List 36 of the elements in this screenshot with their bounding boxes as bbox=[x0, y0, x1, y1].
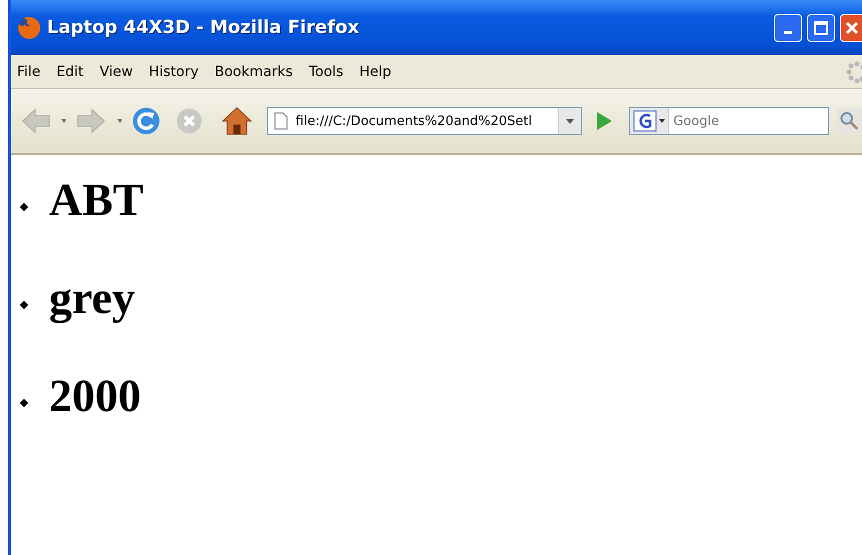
throbber-icon bbox=[846, 60, 862, 82]
search-icon[interactable] bbox=[837, 107, 862, 135]
menu-item[interactable]: View bbox=[96, 64, 141, 80]
menu-item[interactable]: Bookmarks bbox=[210, 64, 301, 80]
caret-icon bbox=[659, 119, 666, 123]
search-engine-button[interactable] bbox=[630, 108, 670, 134]
menu-item[interactable]: File bbox=[13, 64, 48, 80]
firefox-logo-icon bbox=[17, 16, 41, 40]
list-item: grey bbox=[49, 273, 136, 323]
minimize-icon bbox=[784, 31, 792, 34]
list-item: ABT bbox=[49, 175, 144, 225]
close-icon bbox=[844, 20, 860, 36]
menu-item[interactable]: Tools bbox=[304, 64, 352, 80]
search-bar[interactable]: Google bbox=[629, 107, 830, 135]
close-button[interactable] bbox=[840, 14, 862, 42]
maximize-button[interactable] bbox=[807, 14, 835, 42]
minimize-button[interactable] bbox=[774, 14, 802, 42]
address-field[interactable]: file:///C:/Documents%20and%20Setl bbox=[294, 114, 558, 128]
caret-icon bbox=[566, 118, 574, 124]
dropdown-icon[interactable] bbox=[116, 119, 122, 123]
reload-icon[interactable] bbox=[132, 105, 160, 137]
bullet-icon bbox=[20, 300, 28, 310]
list-item: 2000 bbox=[49, 371, 141, 421]
maximize-icon bbox=[814, 20, 828, 34]
forward-arrow-icon[interactable] bbox=[76, 106, 106, 136]
bullet-icon bbox=[20, 398, 28, 408]
back-arrow-icon[interactable] bbox=[21, 106, 52, 136]
bullet-icon bbox=[20, 202, 28, 212]
address-bar[interactable]: file:///C:/Documents%20and%20Setl bbox=[266, 107, 582, 135]
page-icon bbox=[274, 112, 288, 130]
dropdown-button[interactable] bbox=[558, 108, 581, 134]
dropdown-icon[interactable] bbox=[61, 119, 66, 123]
menu-item[interactable]: Edit bbox=[52, 64, 92, 80]
window-title: Laptop 44X3D - Mozilla Firefox bbox=[47, 17, 360, 38]
menu-item[interactable]: Help bbox=[355, 64, 400, 80]
menu-item[interactable]: History bbox=[144, 64, 207, 80]
